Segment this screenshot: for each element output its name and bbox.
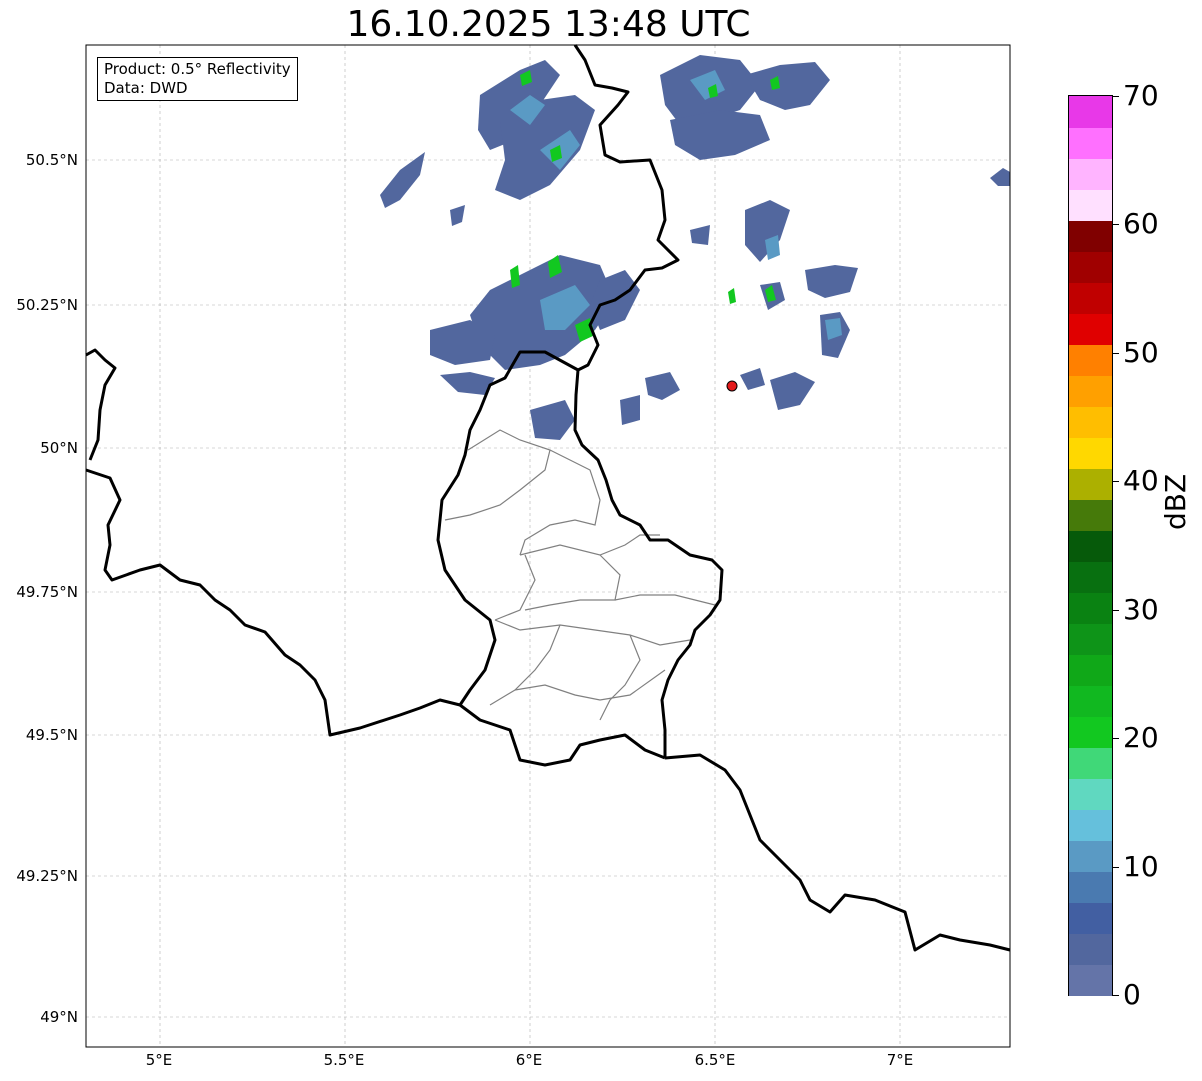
colorbar-segment [1069,592,1112,624]
colorbar-tick [1113,96,1119,97]
colorbar-tick-label: 20 [1123,721,1159,755]
lon-tick-label: 6°E [515,1051,543,1069]
lon-tick-label: 5.5°E [323,1051,365,1069]
colorbar-segment [1069,375,1112,407]
colorbar-tick-label: 10 [1123,849,1159,883]
colorbar-tick-label: 50 [1123,335,1159,369]
lon-tick-label: 5°E [145,1051,173,1069]
lat-tick-label: 50°N [40,439,78,457]
colorbar-segment [1069,964,1112,996]
colorbar-segment [1069,220,1112,252]
echo-cluster [620,395,640,425]
colorbar-tick-label: 30 [1123,592,1159,626]
colorbar-segment [1069,685,1112,717]
colorbar-segment [1069,902,1112,934]
lon-tick-label: 7°E [886,1051,914,1069]
colorbar-segment [1069,623,1112,655]
colorbar-segment [1069,840,1112,872]
colorbar-segment [1069,561,1112,593]
colorbar-segment [1069,127,1112,159]
product-label: Product: 0.5° Reflectivity [104,60,291,78]
colorbar-segment [1069,654,1112,686]
data-source-label: Data: DWD [104,79,188,97]
colorbar-segment [1069,468,1112,500]
colorbar-tick [1113,224,1119,226]
colorbar-unit-label: dBZ [1159,473,1192,530]
colorbar-segment [1069,282,1112,314]
colorbar-tick [1113,609,1119,611]
lon-tick-label: 6.5°E [694,1051,736,1069]
map-background [86,45,1010,1047]
colorbar-tick [1113,995,1119,996]
colorbar-tick-label: 0 [1123,978,1141,1011]
colorbar-segment [1069,251,1112,283]
colorbar-segment [1069,158,1112,190]
colorbar-segment [1069,530,1112,562]
colorbar-segment [1069,747,1112,779]
colorbar-tick [1113,481,1119,483]
colorbar-tick-label: 70 [1123,79,1159,112]
lat-tick-label: 49.5°N [25,726,78,744]
colorbar-segment [1069,871,1112,903]
radar-site-marker [726,380,738,392]
product-info-box: Product: 0.5° Reflectivity Data: DWD [97,57,298,101]
lat-tick-label: 49.25°N [16,867,78,885]
colorbar-tick-label: 40 [1123,464,1159,498]
colorbar [1068,95,1113,996]
colorbar-segment [1069,716,1112,748]
colorbar-segment [1069,809,1112,841]
lat-tick-label: 50.5°N [25,151,78,169]
colorbar-tick [1113,738,1119,740]
colorbar-tick [1113,352,1119,354]
lat-tick-label: 49°N [40,1008,78,1026]
colorbar-segment [1069,189,1112,221]
colorbar-segment [1069,499,1112,531]
lat-tick-label: 49.75°N [16,583,78,601]
colorbar-segment [1069,406,1112,438]
lat-tick-label: 50.25°N [16,296,78,314]
colorbar-segment [1069,96,1112,128]
colorbar-segment [1069,344,1112,376]
colorbar-segment [1069,933,1112,965]
colorbar-tick [1113,866,1119,868]
radar-map [85,44,1011,1048]
colorbar-tick-label: 60 [1123,207,1159,241]
colorbar-segment [1069,778,1112,810]
colorbar-segment [1069,437,1112,469]
colorbar-segment [1069,313,1112,345]
